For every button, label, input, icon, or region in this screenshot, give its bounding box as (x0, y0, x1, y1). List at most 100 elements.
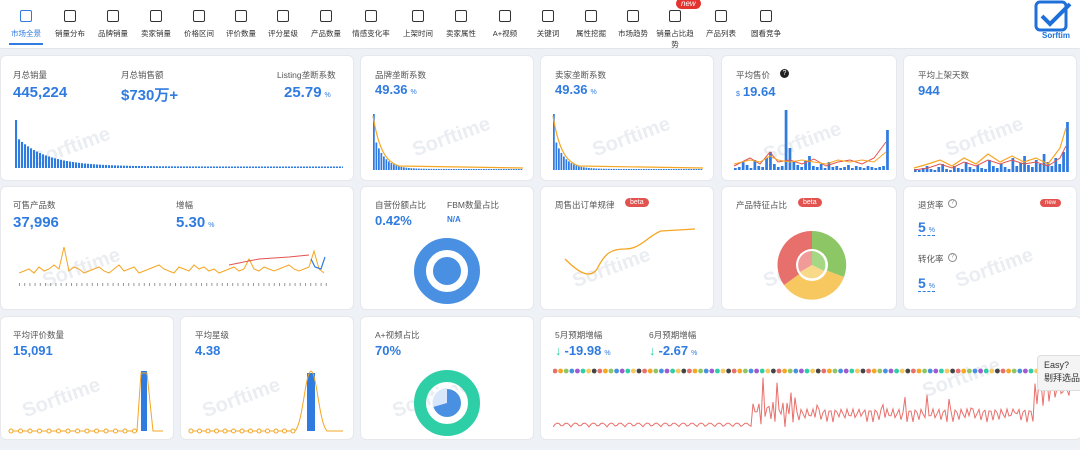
event-dot (799, 368, 804, 374)
event-dot (709, 368, 715, 374)
event-dot (597, 368, 603, 374)
info-icon[interactable]: ? (948, 253, 957, 262)
chart-bar (120, 165, 123, 168)
chart-bar (933, 170, 937, 172)
tab-6[interactable]: 评分星级 (262, 10, 304, 39)
chart-bar (385, 159, 388, 170)
tab-2[interactable]: 品牌销量 (92, 10, 134, 39)
chart-bar (808, 156, 811, 170)
chart-bar (291, 166, 294, 168)
tab-9[interactable]: 上架时间 (397, 10, 439, 39)
chart-bar (378, 148, 380, 170)
chart-bar (513, 168, 515, 170)
tab-0[interactable]: 市场全景 (5, 10, 47, 45)
tab-3[interactable]: 卖家销量 (135, 10, 177, 39)
avg-reviews-chart (8, 371, 163, 434)
chart-bar (593, 168, 595, 170)
tab-15[interactable]: 销量占比趋势 (654, 10, 696, 50)
chart-bar (105, 165, 108, 168)
tick-mark (97, 283, 98, 286)
chart-bar (668, 168, 670, 170)
chart-bar (162, 166, 165, 168)
tick-mark (29, 283, 31, 286)
tab-17[interactable]: 圆看竞争 (745, 10, 787, 39)
chart-bar (309, 166, 312, 168)
chart-bar (423, 168, 425, 170)
tab-8[interactable]: 情感变化率 (350, 10, 392, 39)
event-dot (720, 368, 726, 374)
chart-bar (580, 166, 583, 170)
tab-4[interactable]: 价格区间 (178, 10, 220, 39)
monthly-sales-value: 445,224 (13, 84, 68, 101)
tab-label: 市场趋势 (618, 29, 648, 38)
new-badge: new (676, 0, 701, 9)
chart-bar (1007, 169, 1011, 172)
chart-bar (42, 154, 45, 168)
chart-bar (75, 162, 78, 168)
chart-bar (318, 166, 321, 168)
chart-bar (400, 166, 403, 170)
chart-bar (765, 158, 768, 170)
tab-16[interactable]: 产品列表 (700, 10, 742, 39)
tick-mark (133, 283, 135, 286)
tick-mark (284, 283, 286, 286)
tab-13[interactable]: 属性挖掘 (570, 10, 612, 39)
tab-12[interactable]: 关键词 (527, 10, 569, 39)
chart-bar (321, 166, 324, 168)
event-dot (1000, 368, 1006, 374)
chart-bar (297, 166, 300, 168)
star-icon (277, 10, 289, 22)
self-share-donut (414, 238, 480, 304)
chart-bar (972, 169, 976, 172)
event-dot (967, 368, 972, 374)
chart-bar (135, 165, 138, 168)
help-icon[interactable]: ? (780, 69, 789, 78)
info-icon[interactable]: ? (948, 199, 957, 208)
tab-10[interactable]: 卖家属性 (440, 10, 482, 39)
chart-bar (670, 168, 673, 170)
chart-bar (618, 168, 620, 170)
forecast-trend-chart (553, 368, 1072, 428)
tick-mark (71, 283, 72, 286)
tick-mark (299, 283, 301, 286)
event-dot (647, 368, 653, 374)
data-point (56, 428, 61, 434)
chart-bar (186, 166, 189, 168)
tab-5[interactable]: 评价数量 (220, 10, 262, 39)
chart-bar (773, 164, 776, 170)
chart-bar (123, 165, 126, 168)
sellable-value: 37,996 (13, 214, 59, 231)
chart-bar (792, 162, 796, 170)
tab-1[interactable]: 销量分布 (49, 10, 91, 39)
seller-icon (150, 10, 162, 22)
chart-bar (638, 168, 640, 170)
return-rate-card: 退货率 ? new 5% 转化率 ? 5% Sorftime (903, 186, 1077, 310)
chart-bar (90, 164, 93, 168)
chart-bar (658, 168, 660, 170)
chart-bar (458, 168, 460, 170)
event-dot (855, 368, 860, 374)
event-dot (642, 368, 647, 374)
chart-bar (608, 168, 610, 170)
chart-bar (453, 168, 455, 170)
monthly-revenue-value: $730万+ (121, 87, 179, 104)
tick-mark (206, 283, 208, 286)
tick-mark (216, 283, 218, 286)
tab-7[interactable]: 产品数量 (305, 10, 347, 39)
avg-rating-chart (188, 370, 343, 434)
chart-bar (1062, 152, 1065, 172)
seller-monopoly-chart (552, 114, 704, 170)
tab-14[interactable]: 市场趋势 (612, 10, 654, 39)
chart-bar (333, 166, 336, 168)
easy-tooltip[interactable]: Easy? 剔拜选品 (1037, 355, 1080, 391)
tick-mark (81, 283, 83, 286)
brand-icon (107, 10, 119, 22)
tab-11[interactable]: A+视频 (484, 10, 526, 39)
event-dot (608, 368, 614, 374)
tick-mark (169, 283, 171, 286)
data-point (222, 428, 228, 434)
event-dot (737, 368, 743, 374)
chart-bar (195, 166, 198, 168)
event-dot (670, 368, 675, 374)
chart-bar (207, 166, 210, 168)
